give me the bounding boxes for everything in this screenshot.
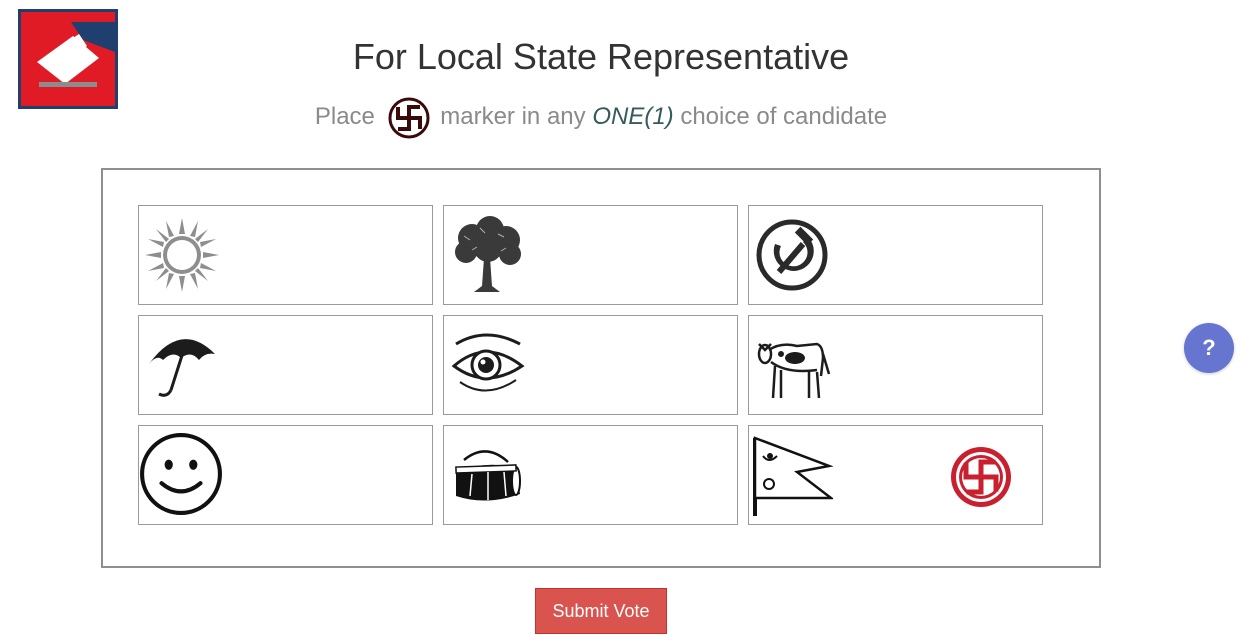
umbrella-icon xyxy=(149,339,215,397)
candidate-cell-cow[interactable] xyxy=(748,315,1043,415)
ballot-grid xyxy=(101,168,1101,568)
candidate-cell-eye[interactable] xyxy=(443,315,738,415)
candidate-cell-sun[interactable] xyxy=(138,205,433,305)
hammer-sickle-icon xyxy=(756,219,828,291)
nepal-flag-icon xyxy=(753,436,833,516)
instruction-text: Place marker in any ONE(1) choice of can… xyxy=(0,94,1202,140)
madal-drum-icon xyxy=(455,450,521,501)
candidate-cell-umbrella[interactable] xyxy=(138,315,433,415)
instruction-middle: marker in any xyxy=(440,103,586,130)
swastika-vote-mark-icon xyxy=(951,447,1011,507)
submit-vote-button[interactable]: Submit Vote xyxy=(535,588,667,634)
tree-icon xyxy=(455,216,521,292)
instruction-suffix: choice of candidate xyxy=(680,103,888,130)
candidate-cell-tree[interactable] xyxy=(443,205,738,305)
instruction-emphasis: ONE(1) xyxy=(592,103,674,130)
help-icon: ? xyxy=(1202,335,1216,360)
help-button[interactable]: ? xyxy=(1184,323,1234,373)
eye-icon xyxy=(451,333,525,392)
candidate-cell-smiley[interactable] xyxy=(138,425,433,525)
candidate-cell-hammer-sickle[interactable] xyxy=(748,205,1043,305)
cow-icon xyxy=(757,342,831,399)
candidate-cell-madal[interactable] xyxy=(443,425,738,525)
candidate-cell-flag[interactable] xyxy=(748,425,1043,525)
smiley-face-icon xyxy=(140,433,222,515)
swastika-marker-icon xyxy=(388,97,430,139)
page-title: For Local State Representative xyxy=(352,36,850,77)
sun-icon xyxy=(145,218,219,292)
instruction-prefix: Place xyxy=(314,103,375,130)
